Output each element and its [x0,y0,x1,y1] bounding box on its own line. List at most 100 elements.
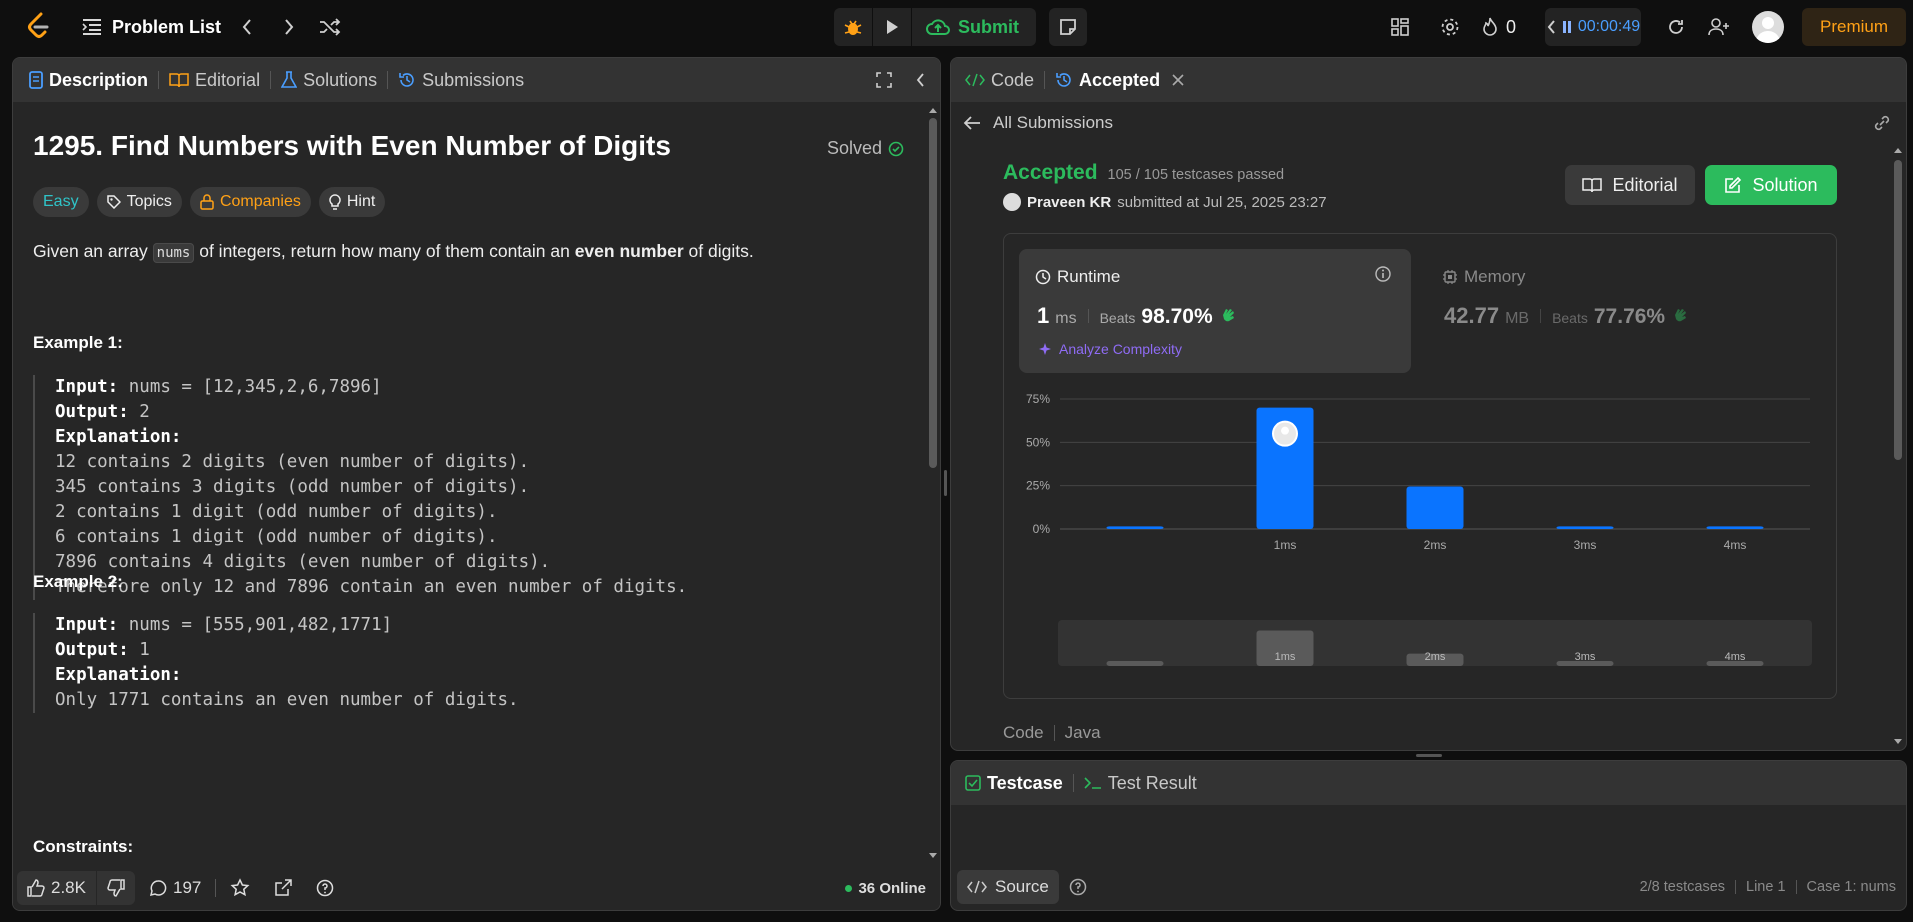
link-icon[interactable] [1872,113,1892,133]
companies-badge[interactable]: Companies [189,187,311,217]
tab-test-result-label: Test Result [1107,772,1197,793]
memory-card[interactable]: Memory 42.77 MB Beats 77.76% [1426,249,1818,373]
submission-status-row: Accepted 105 / 105 testcases passed [1003,161,1284,185]
run-button[interactable] [873,8,911,46]
like-button[interactable]: 2.8K [17,878,96,898]
edit-icon [1724,176,1742,194]
description-panel: Description Editorial Solutions Submissi… [12,57,941,911]
chevron-left-icon[interactable] [1546,19,1556,35]
maximize-button[interactable] [870,66,898,94]
description-footer: 2.8K 197 36 Online [13,866,940,910]
reset-timer-button[interactable] [1657,8,1695,46]
add-friend-button[interactable] [1700,8,1738,46]
run-submit-group: Submit [834,8,1036,46]
editorial-button[interactable]: Editorial [1565,165,1695,205]
premium-button[interactable]: Premium [1802,8,1906,46]
tab-solutions[interactable]: Solutions [271,58,387,102]
random-problem-button[interactable] [311,8,349,46]
explanation-line: 2 contains 1 digit (odd number of digits… [55,502,498,522]
runtime-beats-label: Beats [1099,310,1136,326]
solved-label: Solved [827,138,883,158]
question-circle-icon[interactable] [1069,878,1087,896]
tab-testcase[interactable]: Testcase [951,761,1073,805]
layout-button[interactable] [1381,8,1419,46]
clap-icon [1219,305,1237,323]
submission-scrollbar[interactable] [1892,144,1904,748]
collapse-button[interactable] [906,66,934,94]
favorite-button[interactable] [230,878,250,898]
explanation-line: 7896 contains 4 digits (even number of d… [55,552,551,572]
clap-icon [1671,305,1689,323]
timer-group[interactable]: 00:00:49 [1545,8,1641,46]
avatar[interactable] [1752,11,1784,43]
info-icon[interactable] [1374,265,1392,283]
document-icon [29,71,43,89]
check-circle-icon [888,141,904,157]
submission-panel: Code Accepted All Submissions Accepted 1… [950,57,1907,751]
help-button[interactable] [316,879,334,897]
chevron-left-icon [241,18,253,36]
runtime-card[interactable]: Runtime 1 ms Beats 98.70% Analyze Comple… [1019,249,1411,373]
comment-count: 197 [172,878,202,897]
code-icon [967,880,987,894]
close-icon[interactable] [1172,74,1184,86]
tab-submissions[interactable]: Submissions [388,58,534,102]
arrow-left-icon[interactable] [963,115,981,131]
x-tick-label: 1ms [1274,538,1297,552]
problem-list-button[interactable]: Problem List [82,10,221,44]
memory-value: 42.77 [1444,303,1500,328]
analyze-complexity-button[interactable]: Analyze Complexity [1037,341,1182,357]
comments-button[interactable]: 197 [149,878,201,898]
dislike-button[interactable] [97,879,135,897]
prev-problem-button[interactable] [228,8,266,46]
runtime-label: Runtime [1057,267,1121,286]
leetcode-logo-icon[interactable] [22,10,56,44]
hint-badge[interactable]: Hint [318,187,386,217]
top-navbar: Problem List Submit 0 00:00:49 Premium [0,0,1913,54]
tab-test-result[interactable]: Test Result [1074,761,1207,805]
next-problem-button[interactable] [270,8,308,46]
shuffle-icon [319,18,341,36]
tab-editorial[interactable]: Editorial [159,58,270,102]
panel-resize-handle[interactable] [944,470,947,496]
tab-code-label: Code [991,69,1035,90]
submit-label: Submit [958,16,1019,37]
settings-button[interactable] [1431,8,1469,46]
pause-icon[interactable] [1562,20,1572,34]
panel-resize-handle[interactable] [1416,754,1442,757]
chart-bar [1556,526,1614,529]
solution-button[interactable]: Solution [1705,165,1837,205]
testcase-footer: Source 2/8 testcases Line 1 Case 1: nums [951,864,1906,910]
source-button[interactable]: Source [957,870,1059,904]
submitted-time: submitted at Jul 25, 2025 23:27 [1117,193,1327,211]
submission-status: Accepted [1003,161,1098,184]
code-language-row: Code Java [1003,723,1101,743]
source-label: Source [995,877,1049,896]
scrollbar-thumb[interactable] [1894,160,1902,460]
hint-label: Hint [346,193,376,210]
all-submissions-link[interactable]: All Submissions [993,113,1113,133]
scrollbar-thumb[interactable] [929,118,937,468]
debug-button[interactable] [834,8,872,46]
desc-bold: even number [574,241,684,261]
tab-accepted[interactable]: Accepted [1045,58,1194,102]
tag-icon [106,195,121,209]
notes-button[interactable] [1049,8,1087,46]
history-icon [1055,71,1073,89]
code-icon [965,73,985,87]
tab-description[interactable]: Description [13,58,158,102]
streak-counter[interactable]: 0 [1482,8,1516,46]
topics-badge[interactable]: Topics [96,187,182,217]
tab-code[interactable]: Code [951,58,1044,102]
description-scrollbar[interactable] [927,102,939,862]
submit-button[interactable]: Submit [912,8,1033,46]
share-button[interactable] [274,879,293,897]
username[interactable]: Praveen KR [1027,194,1111,211]
book-icon [1582,177,1603,193]
y-tick-label: 0% [1033,522,1051,536]
user-avatar [1003,193,1021,211]
solved-indicator: Solved [827,138,904,159]
y-tick-label: 75% [1026,392,1050,406]
comment-icon [149,879,167,897]
example-label: Explanation: [55,427,182,447]
